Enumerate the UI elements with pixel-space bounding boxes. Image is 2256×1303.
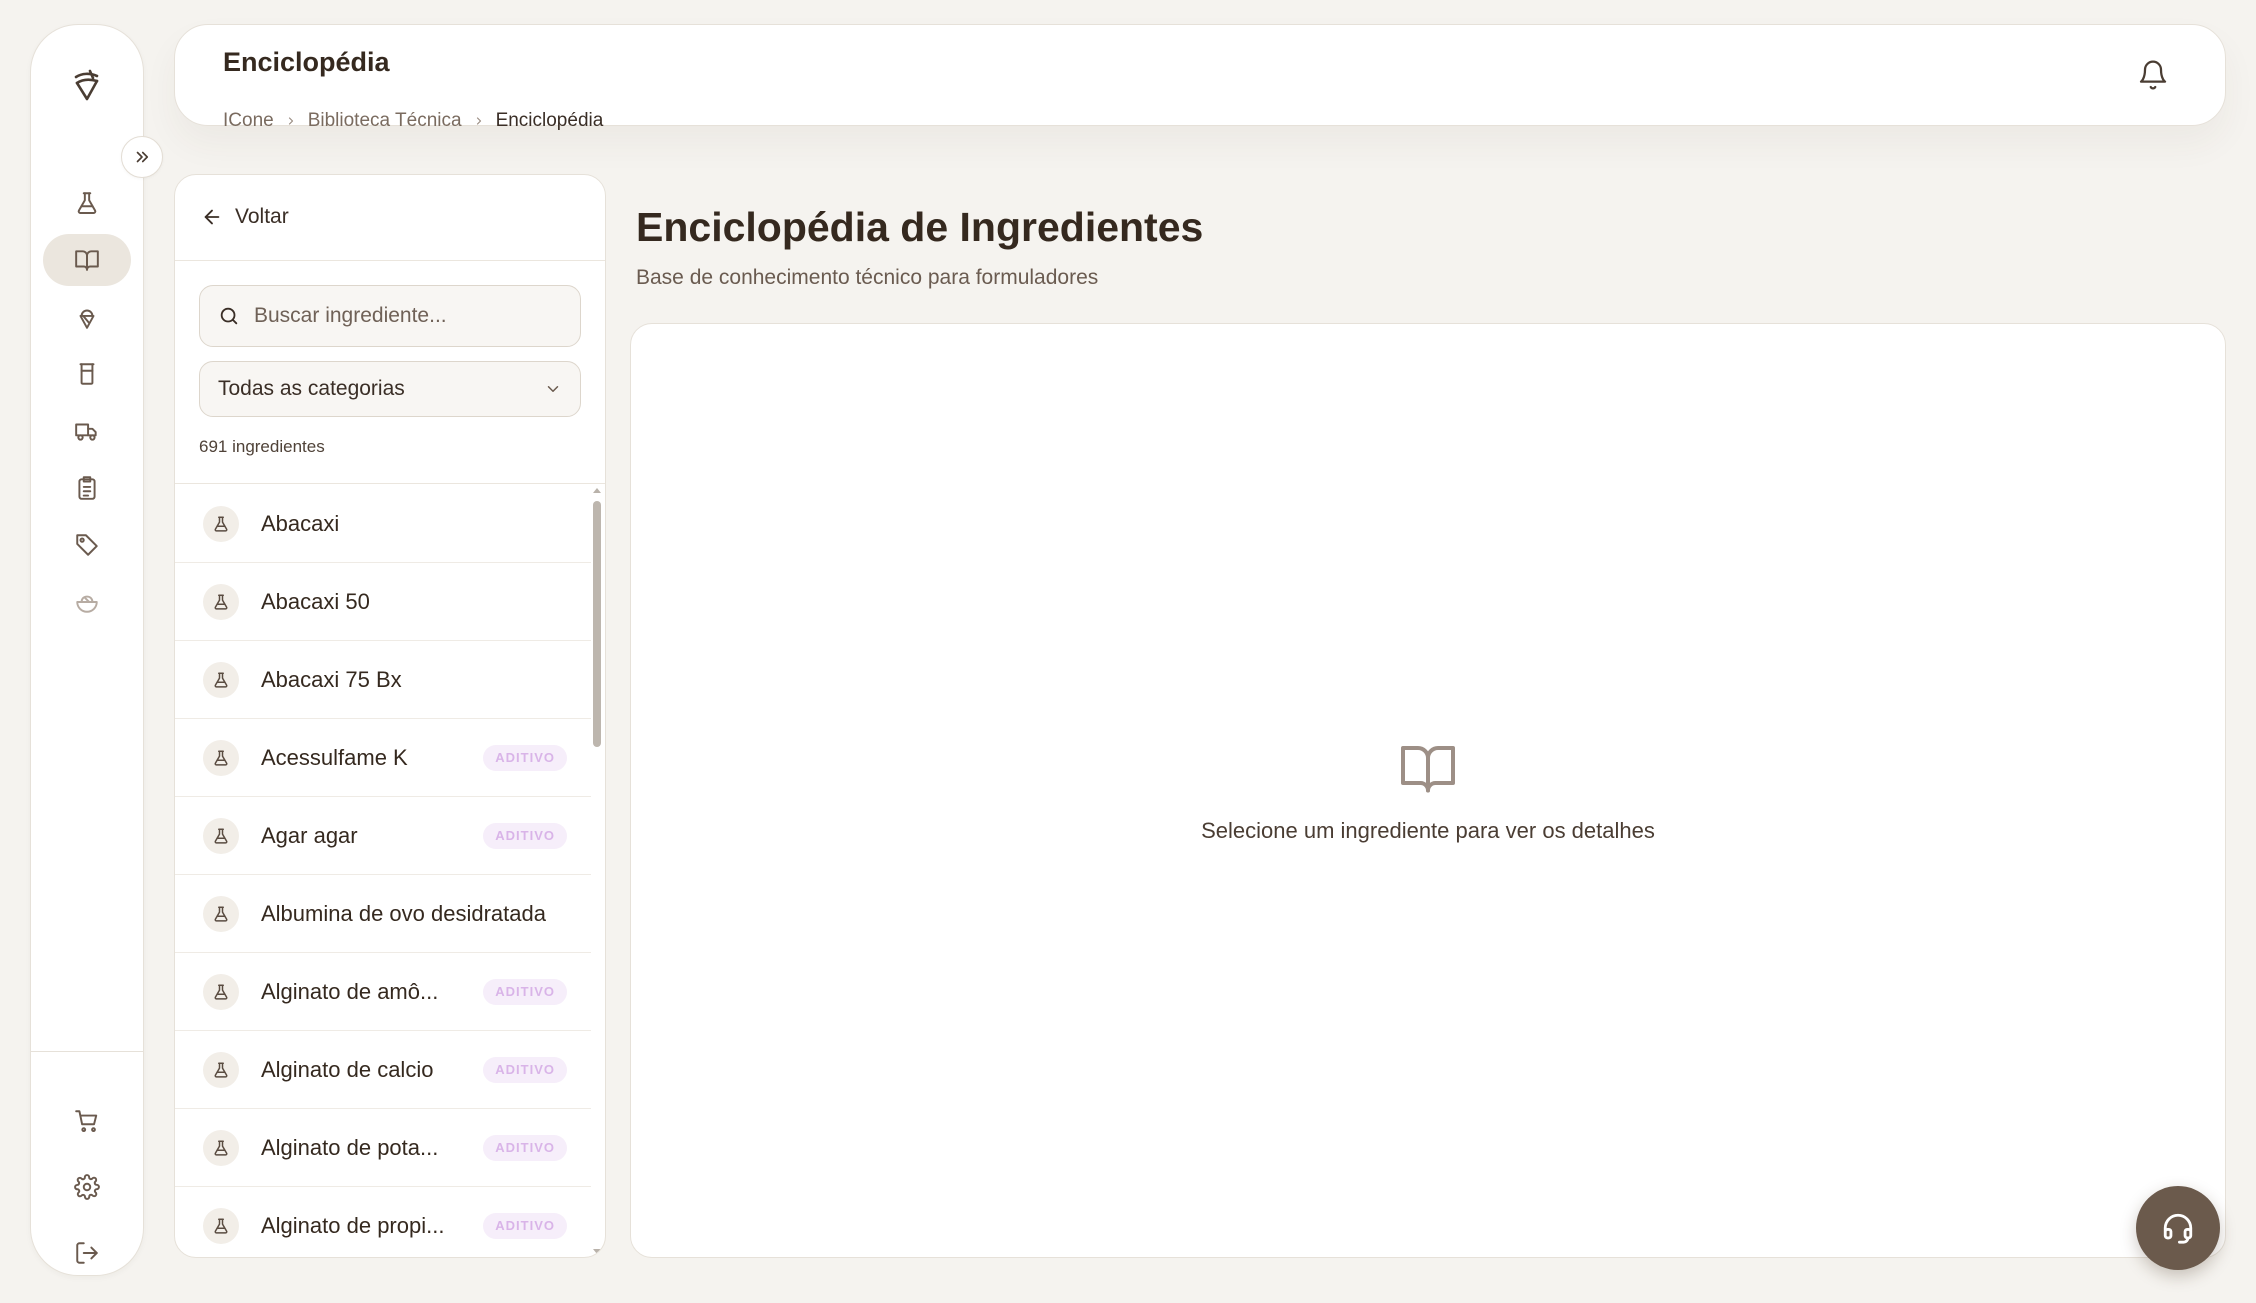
truck-icon: [74, 418, 100, 444]
breadcrumb-item-home[interactable]: ICone: [223, 111, 274, 130]
logout-button[interactable]: [43, 1227, 131, 1279]
settings-button[interactable]: [43, 1161, 131, 1213]
ingredient-name: Alginato de propi...: [261, 1212, 445, 1238]
search-box: [199, 285, 581, 347]
ingredient-name: Abacaxi: [261, 510, 340, 536]
list-item[interactable]: Alginato de calcio ADITIVO: [175, 1031, 591, 1109]
divider: [175, 483, 605, 484]
flask-icon: [74, 190, 100, 216]
bowl-icon: [74, 589, 100, 615]
flask-icon: [203, 505, 239, 542]
flask-icon: [203, 661, 239, 698]
sidebar-item-sorvetes[interactable]: [43, 291, 131, 343]
encyclopedia-title: Enciclopédia de Ingredientes: [636, 204, 1204, 250]
sidebar-nav: [31, 177, 143, 633]
list-scrollbar[interactable]: [591, 485, 603, 1257]
ingredient-name: Alginato de amô...: [261, 978, 439, 1004]
page-title: Enciclopédia: [223, 47, 390, 77]
ingredient-name: Albumina de ovo desidratada: [261, 900, 546, 926]
ingredient-name: Abacaxi 50: [261, 588, 370, 614]
list-item[interactable]: Alginato de pota... ADITIVO: [175, 1109, 591, 1187]
breadcrumb-item-current: Enciclopédia: [495, 110, 604, 131]
sidebar-item-precos[interactable]: [43, 519, 131, 571]
list-item[interactable]: Acessulfame K ADITIVO: [175, 719, 591, 797]
chevrons-right-icon: [133, 148, 151, 166]
search-input[interactable]: [254, 304, 554, 328]
sidebar-item-receitas[interactable]: [43, 576, 131, 628]
category-badge: ADITIVO: [483, 823, 567, 849]
sidebar-bottom: [31, 1095, 143, 1293]
breadcrumb: ICone Biblioteca Técnica Enciclopédia: [223, 111, 603, 130]
flask-icon: [203, 1129, 239, 1166]
sidebar-item-fornecedores[interactable]: [43, 405, 131, 457]
sidebar-item-formulas[interactable]: [43, 177, 131, 229]
chevron-right-icon: [473, 115, 485, 127]
category-select[interactable]: Todas as categorias: [199, 361, 581, 417]
flask-icon: [203, 895, 239, 932]
category-badge: ADITIVO: [483, 979, 567, 1005]
book-open-icon: [1398, 740, 1458, 796]
notifications-button[interactable]: [2137, 59, 2169, 91]
ingredient-count: 691 ingredientes: [199, 437, 325, 456]
sidebar-divider: [31, 1051, 143, 1052]
arrow-left-icon: [201, 206, 223, 228]
chevron-down-icon: [544, 380, 562, 398]
flask-icon: [203, 1207, 239, 1244]
category-select-value: Todas as categorias: [218, 377, 405, 400]
ingredient-name: Agar agar: [261, 822, 358, 848]
sidebar-item-bebidas[interactable]: [43, 348, 131, 400]
ingredient-name: Abacaxi 75 Bx: [261, 666, 402, 692]
category-badge: ADITIVO: [483, 1213, 567, 1239]
sidebar-item-relatorios[interactable]: [43, 462, 131, 514]
breadcrumb-item-biblioteca[interactable]: Biblioteca Técnica: [308, 111, 462, 130]
top-header: Enciclopédia ICone Biblioteca Técnica En…: [174, 24, 2226, 130]
flask-icon: [203, 583, 239, 620]
sidebar-item-biblioteca[interactable]: [43, 234, 131, 286]
empty-state-text: Selecione um ingrediente para ver os det…: [1201, 818, 1655, 843]
logout-icon: [74, 1240, 100, 1266]
chevron-right-icon: [285, 115, 297, 127]
ingredient-name: Alginato de calcio: [261, 1056, 434, 1082]
support-button[interactable]: [2136, 1186, 2220, 1270]
list-item[interactable]: Abacaxi 75 Bx: [175, 641, 591, 719]
encyclopedia-subtitle: Base de conhecimento técnico para formul…: [636, 266, 1099, 289]
tag-icon: [74, 532, 100, 558]
sidebar-rail: [30, 24, 144, 1276]
category-badge: ADITIVO: [483, 745, 567, 771]
list-item[interactable]: Abacaxi: [175, 485, 591, 563]
ingredient-list: Abacaxi Abacaxi 50 Abacaxi 75 Bx Acessulfam…: [175, 485, 591, 1257]
flask-icon: [203, 1051, 239, 1088]
list-item[interactable]: Alginato de amô... ADITIVO: [175, 953, 591, 1031]
search-icon: [218, 305, 240, 327]
category-badge: ADITIVO: [483, 1057, 567, 1083]
list-item[interactable]: Agar agar ADITIVO: [175, 797, 591, 875]
glass-icon: [74, 361, 100, 387]
flask-icon: [203, 817, 239, 854]
flask-icon: [203, 739, 239, 776]
flask-icon: [203, 973, 239, 1010]
clipboard-icon: [74, 475, 100, 501]
category-badge: ADITIVO: [483, 1135, 567, 1161]
ingredient-name: Alginato de pota...: [261, 1134, 439, 1160]
list-item[interactable]: Alginato de propi... ADITIVO: [175, 1187, 591, 1257]
book-icon: [74, 247, 100, 273]
back-label: Voltar: [235, 205, 289, 228]
list-item[interactable]: Albumina de ovo desidratada: [175, 875, 591, 953]
cart-button[interactable]: [43, 1095, 131, 1147]
gear-icon: [74, 1174, 100, 1200]
back-button[interactable]: Voltar: [201, 205, 289, 229]
bell-icon: [2137, 59, 2169, 91]
ingredient-list-panel: Voltar Todas as categorias 691 ingredien…: [174, 174, 606, 1258]
ingredient-detail-card: Selecione um ingrediente para ver os det…: [630, 323, 2226, 1258]
divider: [175, 260, 605, 261]
empty-state: Selecione um ingrediente para ver os det…: [631, 740, 2225, 844]
ice-cream-icon: [74, 304, 100, 330]
cart-icon: [74, 1108, 100, 1134]
list-item[interactable]: Abacaxi 50: [175, 563, 591, 641]
sidebar-expand-button[interactable]: [121, 136, 163, 178]
logo-icon[interactable]: [31, 69, 143, 103]
ingredient-name: Acessulfame K: [261, 744, 408, 770]
headset-icon: [2161, 1211, 2195, 1245]
